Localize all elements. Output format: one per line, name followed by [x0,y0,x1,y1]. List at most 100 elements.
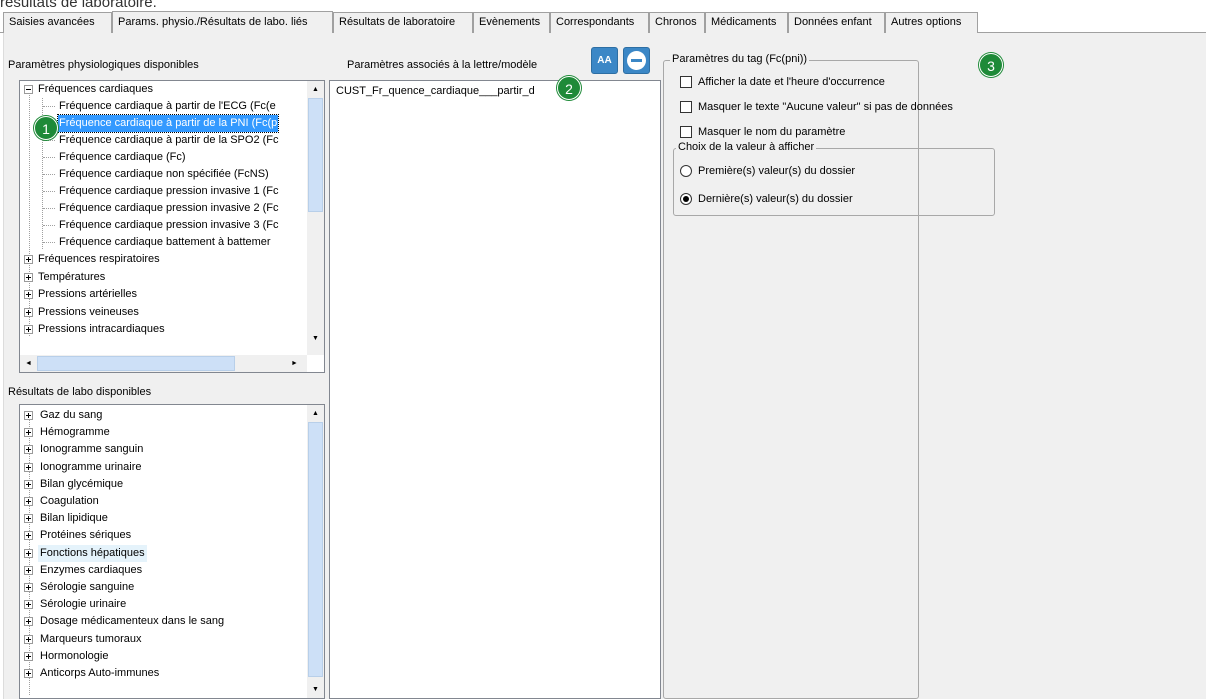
associated-item[interactable]: CUST_Fr_quence_cardiaque___partir_d [336,83,535,100]
scroll-down-icon[interactable]: ▼ [307,330,324,347]
page-caption: résultats de laboratoire. [0,0,157,11]
tree-group-label: Températures [38,270,106,283]
labo-item-label: Dosage médicamenteux dans le sang [40,615,225,628]
expand-icon[interactable] [24,255,33,264]
tree-item-label: Fréquence cardiaque à partir de la SPO2 … [59,134,279,146]
tree-group-label: Fréquences respiratoires [38,253,160,265]
expand-icon[interactable] [24,617,33,627]
expand-icon[interactable] [24,634,33,644]
first-value-label: Première(s) valeur(s) du dossier [698,165,856,177]
tree-connector [43,106,55,107]
hide-no-value-checkbox[interactable]: Masquer le texte "Aucune valeur" si pas … [680,99,953,115]
tab-evenements[interactable]: Evènements [473,12,550,33]
tree-connector [43,242,55,243]
physio-tree[interactable]: Fréquences cardiaques Fréquence cardiaqu… [19,80,325,373]
tree-item-label: Fréquence cardiaque à partir de la PNI (… [56,114,280,133]
expand-icon[interactable] [24,325,33,334]
labo-item-label: Marqueurs tumoraux [40,632,142,645]
expand-icon[interactable] [24,445,33,455]
labo-item-label: Hormonologie [40,649,109,662]
scroll-up-icon[interactable]: ▲ [307,81,324,98]
tree-group-label: Pressions intracardiaques [38,323,165,335]
tree-item-label: Fréquence cardiaque pression invasive 1 … [59,185,279,197]
tab-correspondants[interactable]: Correspondants [550,12,649,33]
labo-tree[interactable]: Gaz du sang Hémogramme Ionogramme sanguin I… [19,404,325,699]
tab-chronos[interactable]: Chronos [649,12,705,33]
scroll-right-icon[interactable]: ► [286,355,303,372]
tab-strip: Saisies avancées Params. physio./Résulta… [0,11,1206,33]
labo-item-label: Anticorps Auto-immunes [40,667,160,679]
badge-3: 3 [979,53,1003,77]
expand-icon[interactable] [24,479,33,489]
radio-icon[interactable] [680,165,692,177]
tab-autres-options[interactable]: Autres options [885,12,978,33]
expand-icon[interactable] [24,462,33,472]
tree-item-label: Fréquence cardiaque à partir de l'ECG (F… [59,100,276,112]
tree-connector [43,174,55,175]
expand-icon[interactable] [24,514,33,524]
checkbox-icon[interactable] [680,126,692,138]
expand-icon[interactable] [24,651,33,661]
expand-icon[interactable] [24,548,33,558]
labo-item-label: Hémogramme [40,426,110,439]
associated-title: Paramètres associés à la lettre/modèle [347,59,538,71]
badge-1: 1 [34,116,58,140]
scroll-down-icon[interactable]: ▼ [307,681,324,698]
last-value-radio[interactable]: Dernière(s) valeur(s) du dossier [680,191,853,207]
tab-content: Paramètres physiologiques disponibles Fr… [3,33,1206,699]
hide-name-checkbox[interactable]: Masquer le nom du paramètre [680,124,845,140]
show-date-label: Afficher la date et l'heure d'occurrence [698,76,885,88]
remove-button[interactable] [623,47,650,74]
scroll-left-icon[interactable]: ◄ [20,355,37,372]
tab-donnees-enfant[interactable]: Données enfant [788,12,885,33]
labo-item-label: Enzymes cardiaques [40,563,143,576]
labo-vscrollbar[interactable]: ▲ ▼ [307,405,324,698]
tree-group-label: Pressions veineuses [38,305,139,318]
checkbox-icon[interactable] [680,76,692,88]
hide-name-label: Masquer le nom du paramètre [698,126,846,138]
expand-icon[interactable] [24,497,33,506]
associated-list[interactable]: CUST_Fr_quence_cardiaque___partir_d [329,80,661,699]
expand-icon[interactable] [24,411,33,420]
scroll-thumb[interactable] [308,422,323,677]
tree-connector [43,140,55,141]
tab-saisies-avancees[interactable]: Saisies avancées [3,12,112,33]
expand-icon[interactable] [24,272,33,282]
first-value-radio[interactable]: Première(s) valeur(s) du dossier [680,163,855,179]
show-date-checkbox[interactable]: Afficher la date et l'heure d'occurrence [680,74,885,90]
tag-params-title: Paramètres du tag (Fc(pni)) [670,53,810,65]
font-format-button[interactable]: AA [591,47,618,74]
labo-item-label: Fonctions hépatiques [38,544,147,562]
radio-selected-icon[interactable] [680,193,692,205]
tree-item-label: Fréquence cardiaque pression invasive 2 … [59,202,279,214]
scroll-thumb[interactable] [308,98,323,212]
expand-icon[interactable] [24,600,33,610]
tree-group-label: Pressions artérielles [38,288,138,300]
expand-icon[interactable] [24,583,33,592]
expand-icon[interactable] [24,669,33,678]
expand-icon[interactable] [24,531,33,541]
last-value-label: Dernière(s) valeur(s) du dossier [698,193,853,205]
badge-2: 2 [557,76,581,100]
tree-group-label: Fréquences cardiaques [38,83,153,95]
tree-connector [43,208,55,209]
physio-vscrollbar[interactable]: ▲ ▼ [307,81,324,355]
expand-icon[interactable] [24,290,33,299]
tab-resultats-laboratoire[interactable]: Résultats de laboratoire [333,12,473,33]
physio-hscrollbar[interactable]: ◄ ► [20,355,307,372]
expand-icon[interactable] [24,565,33,575]
tree-item-label: Fréquence cardiaque non spécifiée (FcNS) [59,168,269,180]
expand-icon[interactable] [24,307,33,317]
tab-medicaments[interactable]: Médicaments [705,12,788,33]
scroll-thumb[interactable] [37,356,235,371]
collapse-icon[interactable] [24,85,33,94]
value-choice-group: Choix de la valeur à afficher Première(s… [673,141,995,216]
tab-params-physio[interactable]: Params. physio./Résultats de labo. liés [112,11,333,33]
checkbox-icon[interactable] [680,101,692,113]
expand-icon[interactable] [24,428,33,438]
tree-item-label: Fréquence cardiaque (Fc) [59,151,186,163]
scroll-up-icon[interactable]: ▲ [307,405,324,422]
tree-connector [43,157,55,158]
value-choice-title: Choix de la valeur à afficher [676,141,817,153]
tree-item-label: Fréquence cardiaque battement à battemer [59,236,271,248]
